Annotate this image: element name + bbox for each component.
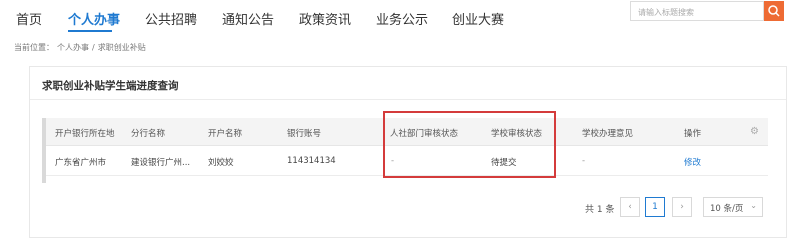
table-scroll-shadow: [42, 118, 46, 183]
nav-item-personal-affairs[interactable]: 个人办事: [68, 9, 120, 28]
header-bank-location: 开户银行所在地: [55, 129, 115, 139]
breadcrumb-item-personal-affairs[interactable]: 个人办事: [57, 43, 89, 52]
card-title: 求职创业补贴学生端进度查询: [42, 80, 179, 92]
search-input[interactable]: 请输入标题搜索: [630, 1, 764, 21]
breadcrumb-separator: /: [92, 43, 95, 52]
prev-page-button[interactable]: ‹: [620, 197, 640, 217]
header-account-name: 开户名称: [208, 129, 243, 139]
nav-item-public-recruitment[interactable]: 公共招聘: [145, 9, 197, 28]
header-actions: 操作: [684, 129, 702, 139]
nav-item-home[interactable]: 首页: [16, 9, 42, 28]
highlight-box: [383, 111, 556, 178]
page-size-value: 10 条/页: [710, 204, 744, 214]
cell-school-opinion: -: [582, 156, 586, 166]
cell-account-name: 刘姣姣: [208, 158, 234, 168]
breadcrumb-item-current: 求职创业补贴: [97, 43, 146, 52]
cell-branch-name: 建设银行广州...: [131, 158, 191, 168]
search-icon: [768, 5, 780, 17]
pager-total: 共 1 条: [585, 205, 615, 215]
breadcrumb: 当前位置： 个人办事 / 求职创业补贴: [14, 42, 149, 53]
nav-item-policy-news[interactable]: 政策资讯: [299, 9, 351, 28]
active-nav-indicator: [68, 30, 112, 32]
breadcrumb-prefix: 当前位置：: [14, 43, 54, 52]
nav-item-business-publicity[interactable]: 业务公示: [376, 9, 428, 28]
header-bank-account: 银行账号: [287, 129, 322, 139]
page-1-button[interactable]: 1: [645, 197, 665, 217]
cell-bank-location: 广东省广州市: [55, 158, 107, 168]
page-size-select[interactable]: 10 条/页 ⌄: [703, 197, 763, 217]
chevron-down-icon: ⌄: [750, 201, 757, 210]
next-page-button[interactable]: ›: [672, 197, 692, 217]
cell-bank-account: 114314134: [287, 156, 336, 166]
search-button[interactable]: [764, 1, 784, 21]
gear-icon[interactable]: ⚙: [750, 126, 759, 137]
nav-item-entrepreneurship-contest[interactable]: 创业大赛: [452, 9, 504, 28]
card-divider: [30, 99, 786, 100]
nav-item-notices[interactable]: 通知公告: [222, 9, 274, 28]
edit-link[interactable]: 修改: [684, 156, 701, 168]
header-school-opinion: 学校办理意见: [582, 129, 634, 139]
header-branch-name: 分行名称: [131, 129, 166, 139]
